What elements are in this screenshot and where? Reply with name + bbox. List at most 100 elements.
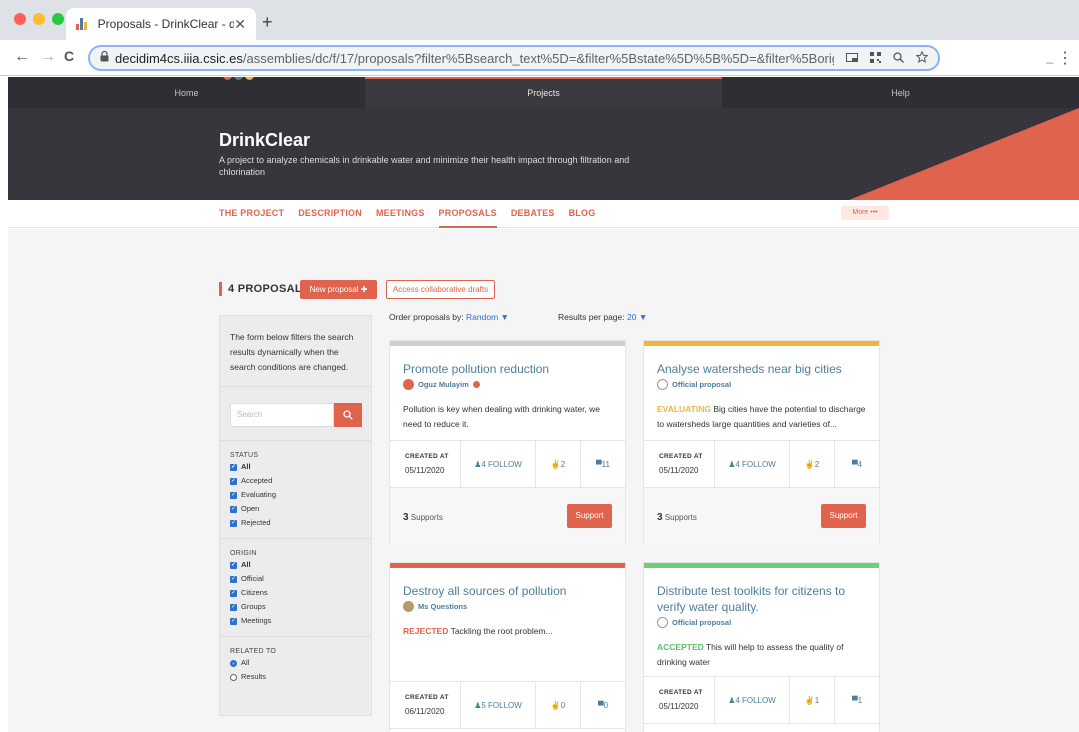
maximize-window-button[interactable] (52, 13, 64, 25)
follow-button[interactable]: ♟5 FOLLOW (461, 682, 536, 728)
minimize-window-button[interactable] (33, 13, 45, 25)
back-icon[interactable]: ← (14, 48, 30, 66)
state-badge: REJECTED (403, 626, 449, 636)
reload-icon[interactable]: C (64, 48, 74, 64)
origin-citizens-checkbox[interactable]: ✓ Citizens (230, 586, 361, 600)
tab-debates[interactable]: DEBATES (511, 200, 555, 228)
origin-official-checkbox[interactable]: ✓ Official (230, 572, 361, 586)
forward-icon[interactable]: → (40, 48, 56, 66)
created-at: CREATED AT 05/11/2020 (390, 441, 461, 487)
author-name: Oguz Mulayim (418, 380, 469, 389)
main-nav: Home Projects Help (8, 77, 1079, 108)
proposal-title[interactable]: Promote pollution reduction (390, 346, 625, 377)
proposal-body: Pollution is key when dealing with drink… (403, 404, 601, 429)
address-bar[interactable]: decidim4cs.iiia.csic.es/assemblies/dc/f/… (88, 45, 940, 71)
search-input[interactable]: Search (230, 403, 334, 427)
cast-icon[interactable] (846, 51, 858, 66)
filter-status: STATUS ✓ All ✓ Accepted ✓ Evaluating ✓ Open … (220, 441, 371, 539)
page-title: DrinkClear (219, 130, 311, 150)
tab-close-icon[interactable]: ✕ (234, 16, 246, 33)
more-button[interactable]: More ••• (841, 206, 889, 220)
support-button[interactable]: Support (567, 504, 612, 528)
author-name: Official proposal (672, 380, 732, 389)
order-label: Order proposals by: (389, 312, 464, 322)
proposal-card[interactable]: Destroy all sources of pollution Ms Ques… (389, 562, 626, 732)
origin-meetings-checkbox[interactable]: ✓ Meetings (230, 614, 361, 628)
site-logo[interactable] (223, 77, 254, 80)
close-window-button[interactable] (14, 13, 26, 25)
card-footer: 3 Supports Support (390, 488, 625, 544)
follow-button[interactable]: ♟4 FOLLOW (715, 441, 790, 487)
author-name: Ms Questions (418, 602, 468, 611)
perpage-label: Results per page: (558, 312, 625, 322)
hero-decoration (849, 108, 1079, 200)
proposal-author[interactable]: Oguz Mulayim (390, 377, 625, 390)
nav-projects[interactable]: Projects (365, 77, 722, 108)
qr-code-icon[interactable] (870, 51, 881, 66)
comments-count: ▀0 (597, 700, 609, 710)
status-title: STATUS (230, 452, 259, 459)
proposal-stats: CREATED AT 05/11/2020 ♟4 FOLLOW ✌2 ▀11 (390, 440, 625, 488)
badge-icon (472, 381, 480, 388)
origin-title: ORIGIN (230, 550, 257, 557)
perpage-select[interactable]: 20 ▼ (627, 312, 647, 322)
proposal-author[interactable]: Official proposal (644, 377, 879, 390)
proposal-title[interactable]: Destroy all sources of pollution (390, 568, 625, 599)
proposal-body: ACCEPTED This will help to assess the qu… (657, 642, 844, 667)
proposal-card[interactable]: Analyse watersheds near big cities Offic… (643, 340, 880, 544)
url-path: /assemblies/dc/f/17/proposals?filter%5Bs… (242, 50, 834, 66)
proposal-author[interactable]: Official proposal (644, 615, 879, 628)
tab-meetings[interactable]: MEETINGS (376, 200, 425, 228)
status-rejected-checkbox[interactable]: ✓ Rejected (230, 516, 361, 530)
nav-help[interactable]: Help (722, 77, 1079, 108)
browser-toolbar: ← → C decidim4cs.iiia.csic.es/assemblies… (0, 40, 1079, 76)
follow-button[interactable]: ♟4 FOLLOW (461, 441, 536, 487)
related-all-radio[interactable]: All (230, 656, 361, 670)
created-at: CREATED AT 05/11/2020 (644, 441, 715, 487)
search-icon (343, 410, 353, 420)
proposal-stats: CREATED AT 06/11/2020 ♟5 FOLLOW ✌0 ▀0 (390, 681, 625, 729)
search-button[interactable] (334, 403, 362, 427)
filter-sidebar: The form below filters the search result… (219, 315, 372, 716)
author-name: Official proposal (672, 618, 732, 627)
url-host: decidim4cs.iiia.csic.es (115, 50, 243, 66)
order-select[interactable]: Random ▼ (466, 312, 509, 322)
status-all-checkbox[interactable]: ✓ All (230, 460, 361, 474)
created-at: CREATED AT 05/11/2020 (644, 677, 715, 723)
filter-origin: ORIGIN ✓ All ✓ Official ✓ Citizens ✓ Groups … (220, 539, 371, 637)
tab-the-project[interactable]: THE PROJECT (219, 200, 284, 228)
endorsements-count: ✌1 (790, 677, 835, 723)
origin-all-checkbox[interactable]: ✓ All (230, 558, 361, 572)
zoom-icon[interactable] (893, 51, 904, 66)
proposal-card[interactable]: Promote pollution reduction Oguz Mulayim… (389, 340, 626, 544)
comments-count: ▀1 (851, 695, 863, 705)
new-tab-button[interactable]: + (262, 12, 273, 33)
status-open-checkbox[interactable]: ✓ Open (230, 502, 361, 516)
filter-search: Search (220, 387, 371, 441)
proposal-author[interactable]: Ms Questions (390, 599, 625, 612)
tab-description[interactable]: DESCRIPTION (298, 200, 362, 228)
new-proposal-button[interactable]: New proposal ✚ (300, 280, 377, 299)
tab-proposals[interactable]: PROPOSALS (438, 200, 497, 228)
browser-menu-icon[interactable]: ⋮ (1057, 48, 1073, 68)
tab-blog[interactable]: BLOG (569, 200, 596, 228)
lock-icon (100, 50, 109, 65)
related-results-radio[interactable]: Results (230, 670, 361, 684)
support-button[interactable]: Support (821, 504, 866, 528)
perpage-control: Results per page: 20 ▼ (558, 312, 647, 322)
proposal-card[interactable]: Distribute test toolkits for citizens to… (643, 562, 880, 732)
status-evaluating-checkbox[interactable]: ✓ Evaluating (230, 488, 361, 502)
status-accepted-checkbox[interactable]: ✓ Accepted (230, 474, 361, 488)
bookmark-star-icon[interactable] (915, 50, 929, 66)
proposal-body: REJECTED Tackling the root problem... (403, 626, 553, 636)
collaborative-drafts-button[interactable]: Access collaborative drafts (386, 280, 495, 299)
endorsements-count: ✌2 (536, 441, 581, 487)
proposal-title[interactable]: Analyse watersheds near big cities (644, 346, 879, 377)
browser-tab[interactable]: Proposals - DrinkClear - decid ✕ (66, 8, 256, 40)
proposal-title[interactable]: Distribute test toolkits for citizens to… (644, 568, 879, 615)
origin-groups-checkbox[interactable]: ✓ Groups (230, 600, 361, 614)
avatar (403, 379, 414, 390)
follow-button[interactable]: ♟4 FOLLOW (715, 677, 790, 723)
endorsements-count: ✌0 (536, 682, 581, 728)
nav-home[interactable]: Home (8, 77, 365, 108)
